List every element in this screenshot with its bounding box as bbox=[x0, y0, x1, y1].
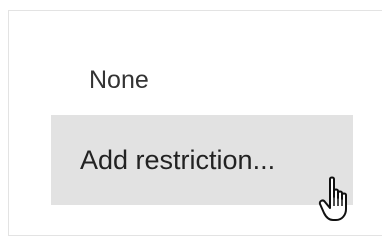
restriction-status-text: None bbox=[89, 66, 149, 94]
hand-pointer-cursor-icon bbox=[318, 176, 347, 221]
add-restriction-button[interactable]: Add restriction... bbox=[51, 115, 353, 205]
